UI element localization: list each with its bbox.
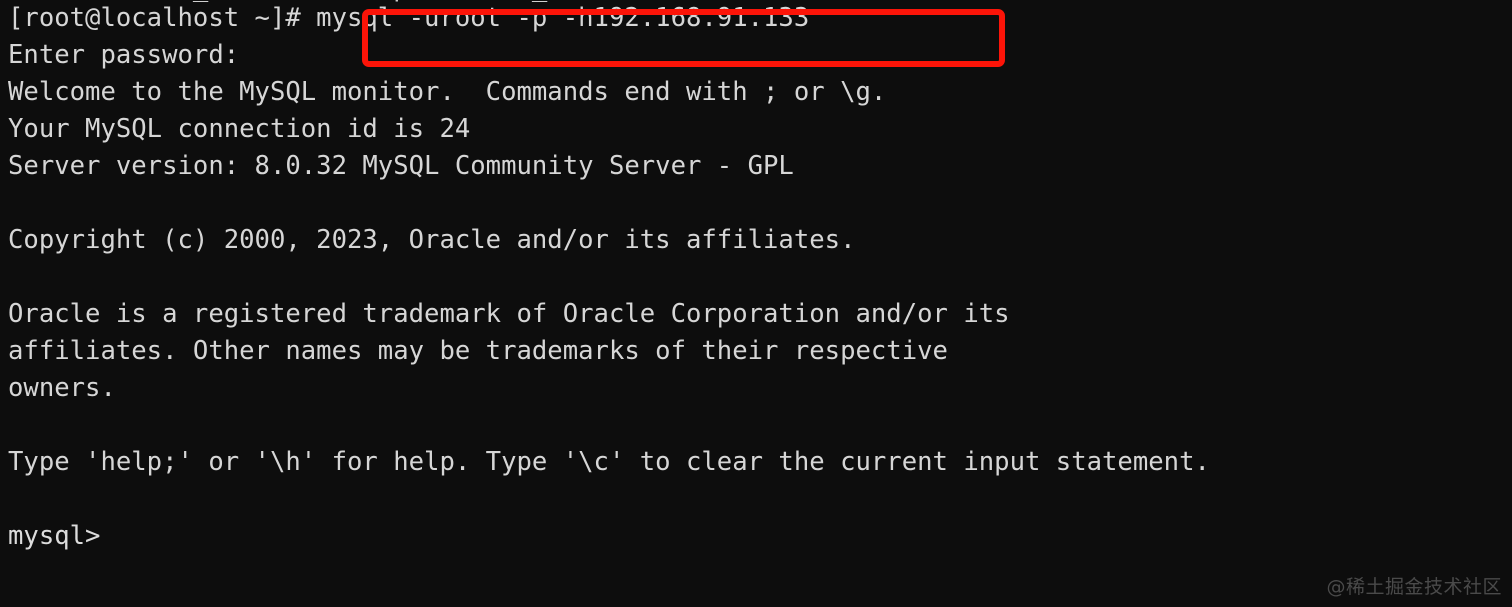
watermark: @稀土掘金技术社区 (1326, 576, 1502, 598)
terminal-output: [root@localhost ~]# mysql -uroot -p -h19… (8, 0, 1508, 555)
terminal-line-copyright: Copyright (c) 2000, 2023, Oracle and/or … (8, 225, 856, 255)
terminal-line-blank-1 (8, 185, 1508, 222)
terminal-line-password-prompt: Enter password: (8, 40, 240, 70)
terminal-line-trademark-2: affiliates. Other names may be trademark… (8, 336, 948, 366)
terminal-line-command[interactable]: [root@localhost ~]# mysql -uroot -p -h19… (8, 0, 1508, 37)
terminal-window[interactable]: valid_lft forever preferred_lft forever … (0, 0, 1512, 607)
mysql-prompt[interactable]: mysql> (8, 518, 1508, 555)
terminal-line-blank-4 (8, 481, 1508, 518)
terminal-line-help-hint: Type 'help;' or '\h' for help. Type '\c'… (8, 447, 1210, 477)
terminal-line-blank-2 (8, 259, 1508, 296)
terminal-line-trademark-3: owners. (8, 373, 116, 403)
terminal-line-blank-3 (8, 407, 1508, 444)
terminal-line-welcome: Welcome to the MySQL monitor. Commands e… (8, 77, 887, 107)
terminal-line-server-version: Server version: 8.0.32 MySQL Community S… (8, 151, 794, 181)
terminal-line-trademark-1: Oracle is a registered trademark of Orac… (8, 299, 1010, 329)
terminal-line-connection-id: Your MySQL connection id is 24 (8, 114, 471, 144)
